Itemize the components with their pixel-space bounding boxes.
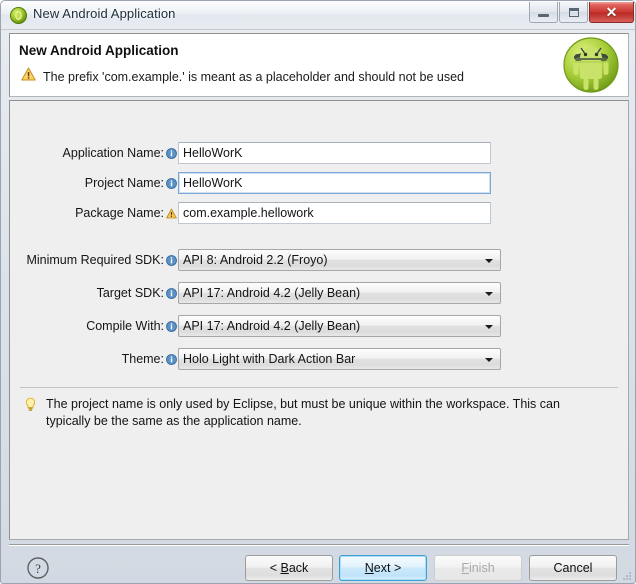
chevron-down-icon <box>485 325 493 329</box>
info-icon-project-name[interactable] <box>165 177 178 189</box>
wizard-header: New Android Application The prefix 'com.… <box>9 33 629 97</box>
warning-triangle-icon <box>21 67 36 86</box>
close-button[interactable]: ✕ <box>589 2 634 23</box>
finish-button: Finish <box>434 555 522 581</box>
info-icon-minimum-required-sdk[interactable] <box>165 254 178 266</box>
label-theme: Theme: <box>121 352 164 366</box>
chevron-down-icon <box>485 358 493 362</box>
svg-text:?: ? <box>35 561 41 576</box>
maximize-icon <box>568 7 579 17</box>
field-row-target-sdk: Target SDK: API 17: Android 4.2 (Jelly B… <box>10 282 501 304</box>
theme-value: Holo Light with Dark Action Bar <box>183 352 356 366</box>
button-bar: ? < Back Next > Finish Cancel <box>9 548 629 583</box>
warning-icon-package-name[interactable] <box>165 208 178 219</box>
label-project-name: Project Name: <box>84 176 164 190</box>
info-icon-compile-with[interactable] <box>165 320 178 332</box>
project-name-input[interactable]: HelloWorK <box>178 172 491 194</box>
target-sdk-value: API 17: Android 4.2 (Jelly Bean) <box>183 286 361 300</box>
label-application-name: Application Name: <box>62 146 164 160</box>
minimize-button[interactable] <box>529 2 558 23</box>
dialog-body: New Android Application The prefix 'com.… <box>9 30 629 581</box>
compile-with-value: API 17: Android 4.2 (Jelly Bean) <box>183 319 361 333</box>
minimum-required-sdk-dropdown[interactable]: API 8: Android 2.2 (Froyo) <box>178 249 501 271</box>
minimize-icon <box>538 14 549 17</box>
button-bar-separator <box>9 544 629 546</box>
next-button-label: Next > <box>364 561 402 575</box>
close-icon: ✕ <box>605 4 618 20</box>
field-row-minimum-required-sdk: Minimum Required SDK: API 8: Android 2.2… <box>10 249 501 271</box>
label-target-sdk: Target SDK: <box>96 286 164 300</box>
target-sdk-dropdown[interactable]: API 17: Android 4.2 (Jelly Bean) <box>178 282 501 304</box>
tip-box: The project name is only used by Eclipse… <box>24 396 616 430</box>
window-title: New Android Application <box>33 6 176 21</box>
field-row-compile-with: Compile With: API 17: Android 4.2 (Jelly… <box>10 315 501 337</box>
field-row-theme: Theme: Holo Light with Dark Action Bar <box>10 348 501 370</box>
tip-separator <box>20 387 618 388</box>
maximize-button[interactable] <box>559 2 588 23</box>
chevron-down-icon <box>485 292 493 296</box>
label-compile-with: Compile With: <box>86 319 164 333</box>
theme-dropdown[interactable]: Holo Light with Dark Action Bar <box>178 348 501 370</box>
android-app-icon <box>10 7 27 24</box>
info-icon-target-sdk[interactable] <box>165 287 178 299</box>
field-row-application-name: Application Name: HelloWorK <box>10 142 491 164</box>
finish-button-label: Finish <box>461 561 495 575</box>
page-title: New Android Application <box>19 43 179 58</box>
info-icon-application-name[interactable] <box>165 147 178 159</box>
back-button[interactable]: < Back <box>245 555 333 581</box>
compile-with-dropdown[interactable]: API 17: Android 4.2 (Jelly Bean) <box>178 315 501 337</box>
wizard-message: The prefix 'com.example.' is meant as a … <box>43 69 464 84</box>
dialog-window: New Android Application ✕ New Android Ap… <box>0 0 636 584</box>
cancel-button[interactable]: Cancel <box>529 555 617 581</box>
help-icon[interactable]: ? <box>26 556 50 580</box>
application-name-input[interactable]: HelloWorK <box>178 142 491 164</box>
label-package-name: Package Name: <box>75 206 164 220</box>
resize-grip[interactable] <box>620 569 632 581</box>
info-icon-theme[interactable] <box>165 353 178 365</box>
window-controls: ✕ <box>529 2 634 24</box>
lightbulb-icon <box>24 396 37 430</box>
label-minimum-required-sdk: Minimum Required SDK: <box>26 253 164 267</box>
android-robot-logo <box>562 36 620 94</box>
cancel-button-label: Cancel <box>553 561 593 575</box>
next-button[interactable]: Next > <box>339 555 427 581</box>
tip-text: The project name is only used by Eclipse… <box>46 397 560 428</box>
title-bar: New Android Application ✕ <box>1 1 635 30</box>
package-name-input[interactable]: com.example.hellowork <box>178 202 491 224</box>
field-row-project-name: Project Name: HelloWorK <box>10 172 491 194</box>
chevron-down-icon <box>485 259 493 263</box>
wizard-message-row: The prefix 'com.example.' is meant as a … <box>21 67 464 86</box>
minimum-required-sdk-value: API 8: Android 2.2 (Froyo) <box>183 253 328 267</box>
field-row-package-name: Package Name: com.example.hellowork <box>10 202 491 224</box>
back-button-label: < Back <box>269 561 309 575</box>
form-panel: Application Name: HelloWorK Project Name… <box>9 100 629 540</box>
